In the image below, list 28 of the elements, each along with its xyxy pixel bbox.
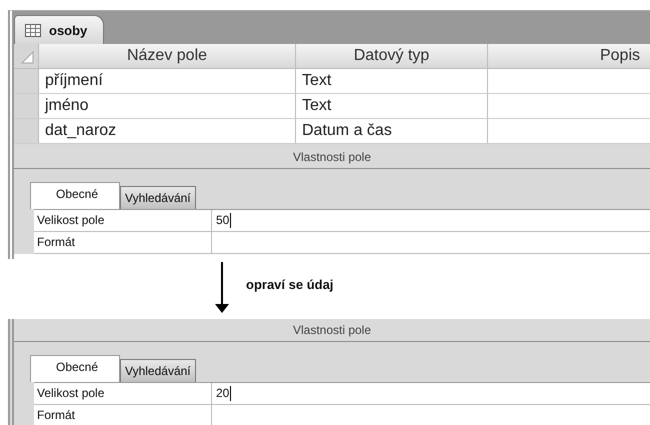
row-selector[interactable] xyxy=(14,94,39,118)
data-type-cell[interactable]: Text xyxy=(296,69,488,93)
data-type-cell[interactable]: Datum a čas xyxy=(296,119,488,143)
property-label: Formát xyxy=(34,232,212,253)
column-header[interactable]: Popis xyxy=(488,44,650,68)
properties-tab[interactable]: Obecné xyxy=(30,355,120,382)
data-type-cell[interactable]: Text xyxy=(296,94,488,118)
properties-tab[interactable]: Vyhledávání xyxy=(120,186,196,209)
text-cursor xyxy=(230,386,232,401)
text-cursor xyxy=(230,213,232,228)
property-label: Velikost pole xyxy=(34,383,212,404)
property-label: Velikost pole xyxy=(34,210,212,231)
properties-tab[interactable]: Obecné xyxy=(30,182,120,209)
field-name-cell[interactable]: příjmení xyxy=(39,69,296,93)
properties-tab[interactable]: Vyhledávání xyxy=(120,359,196,382)
table-tab[interactable]: osoby xyxy=(14,15,104,44)
row-selector[interactable] xyxy=(14,119,39,143)
column-header[interactable]: Název pole xyxy=(39,44,296,68)
down-arrow xyxy=(215,262,229,313)
property-value-field[interactable]: 20 xyxy=(212,383,650,404)
column-header[interactable]: Datový typ xyxy=(296,44,488,68)
property-value-field[interactable]: 50 xyxy=(212,210,650,231)
field-name-cell[interactable]: jméno xyxy=(39,94,296,118)
property-label: Formát xyxy=(34,405,212,425)
table-icon xyxy=(25,24,41,36)
row-selector[interactable] xyxy=(14,69,39,93)
field-name-cell[interactable]: dat_naroz xyxy=(39,119,296,143)
annotation-text: opraví se údaj xyxy=(246,276,334,292)
